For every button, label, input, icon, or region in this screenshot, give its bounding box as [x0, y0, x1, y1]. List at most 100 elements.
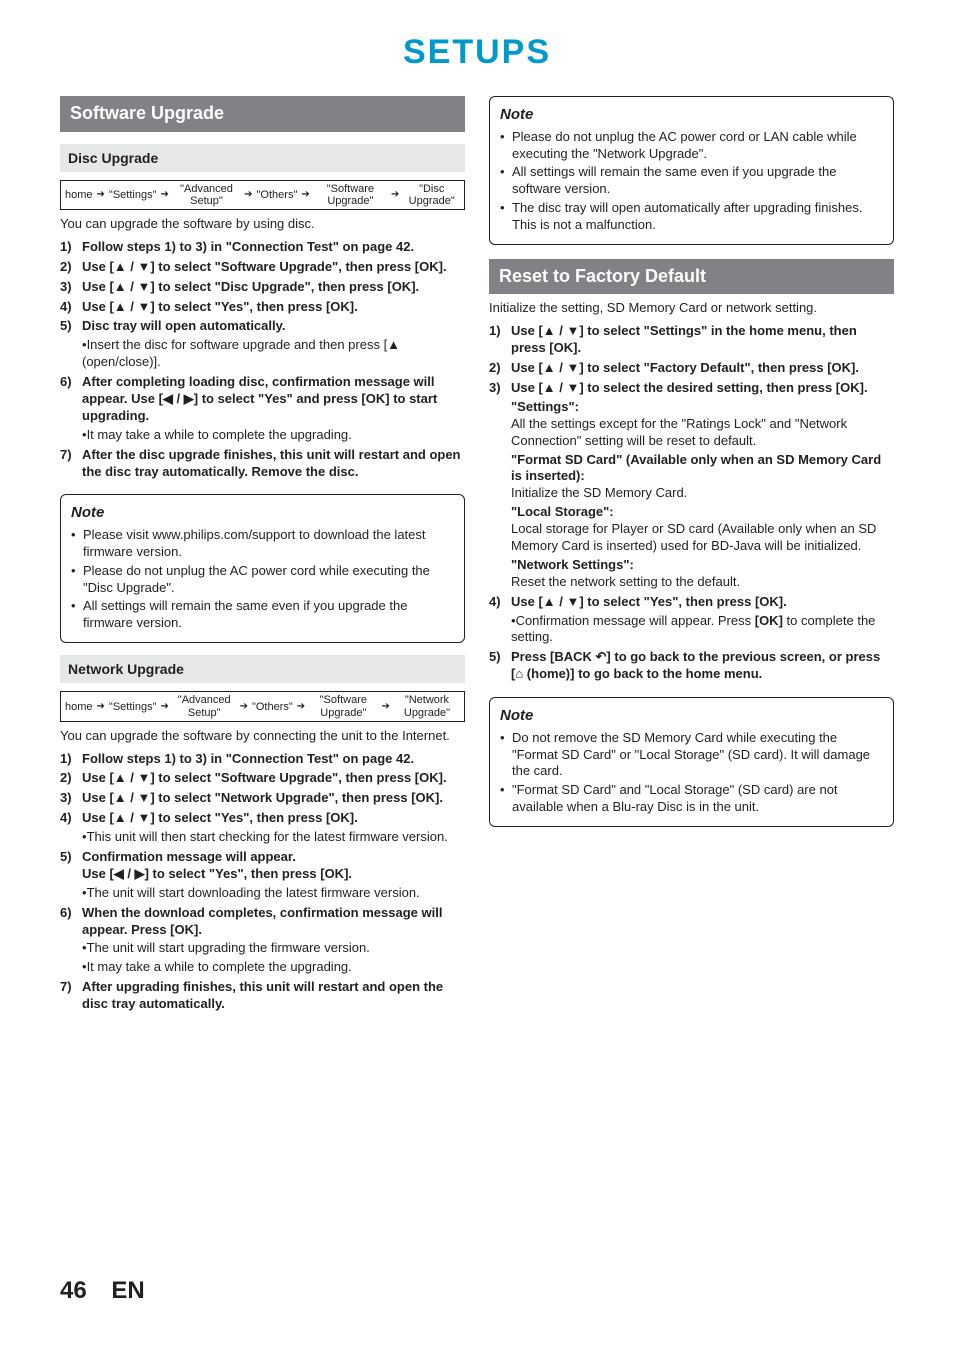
- step-text: Use [▲ / ▼] to select "Software Upgrade"…: [82, 259, 465, 276]
- bc-item: "Settings": [109, 189, 157, 201]
- arrow-icon: ➔: [295, 700, 307, 713]
- bc-item: "Software Upgrade": [309, 694, 377, 718]
- note-item: All settings will remain the same even i…: [512, 164, 883, 198]
- subsection-disc-upgrade: Disc Upgrade: [60, 144, 465, 172]
- subsection-network-upgrade: Network Upgrade: [60, 655, 465, 683]
- step-num: 5): [60, 318, 82, 371]
- bc-item: "Network Upgrade": [394, 694, 460, 718]
- note-item: "Format SD Card" and "Local Storage" (SD…: [512, 782, 883, 816]
- note-box-disc: Note •Please visit www.philips.com/suppo…: [60, 494, 465, 643]
- arrow-icon: ➔: [95, 700, 107, 713]
- left-column: Software Upgrade Disc Upgrade home➔ "Set…: [60, 82, 465, 1013]
- note-item: Please do not unplug the AC power cord o…: [512, 129, 883, 163]
- substep-text: The unit will start downloading the late…: [87, 885, 420, 900]
- arrow-icon: ➔: [158, 700, 170, 713]
- step-num: 5): [60, 849, 82, 902]
- bc-item: "Others": [257, 189, 298, 201]
- step-num: 7): [60, 447, 82, 481]
- step-text: After upgrading finishes, this unit will…: [82, 979, 465, 1013]
- substep-text: It may take a while to complete the upgr…: [87, 959, 352, 974]
- content-area: Software Upgrade Disc Upgrade home➔ "Set…: [0, 82, 954, 1013]
- page-number: 46: [60, 1277, 87, 1304]
- step-num: 1): [60, 239, 82, 256]
- right-column: Note •Please do not unplug the AC power …: [489, 82, 894, 1013]
- reset-steps: 1)Use [▲ / ▼] to select "Settings" in th…: [489, 323, 894, 683]
- note-box-reset: Note •Do not remove the SD Memory Card w…: [489, 697, 894, 827]
- setting-body: Local storage for Player or SD card (Ava…: [511, 521, 876, 553]
- bc-item: "Disc Upgrade": [403, 183, 460, 207]
- substep-text: Confirmation message will appear. Press …: [511, 613, 875, 645]
- step-num: 4): [60, 299, 82, 316]
- substep-text: It may take a while to complete the upgr…: [87, 427, 352, 442]
- step-text: When the download completes, confirmatio…: [82, 905, 465, 977]
- setting-heading: "Local Storage":: [511, 504, 614, 519]
- step-num: 1): [489, 323, 511, 357]
- step-num: 1): [60, 751, 82, 768]
- note-item: The disc tray will open automatically af…: [512, 200, 883, 234]
- bc-item: home: [65, 189, 93, 201]
- bc-item: "Others": [252, 701, 293, 713]
- step-num: 2): [60, 259, 82, 276]
- breadcrumb-disc-upgrade: home➔ "Settings"➔ "Advanced Setup"➔ "Oth…: [60, 180, 465, 210]
- network-upgrade-steps: 1)Follow steps 1) to 3) in "Connection T…: [60, 751, 465, 1013]
- note-item: All settings will remain the same even i…: [83, 598, 454, 632]
- breadcrumb-network-upgrade: home➔ "Settings"➔ "Advanced Setup"➔ "Oth…: [60, 691, 465, 721]
- step-text: Use [▲ / ▼] to select "Software Upgrade"…: [82, 770, 465, 787]
- section-reset-factory: Reset to Factory Default: [489, 259, 894, 294]
- note-box-network: Note •Please do not unplug the AC power …: [489, 96, 894, 245]
- page-title: SETUPS: [0, 0, 954, 82]
- bc-item: "Advanced Setup": [173, 694, 236, 718]
- step-num: 5): [489, 649, 511, 683]
- substep-text: This unit will then start checking for t…: [87, 829, 448, 844]
- arrow-icon: ➔: [238, 700, 250, 713]
- step-text: Use [▲ / ▼] to select "Network Upgrade",…: [82, 790, 465, 807]
- step-text: Follow steps 1) to 3) in "Connection Tes…: [82, 239, 465, 256]
- substep-text: The unit will start upgrading the firmwa…: [87, 940, 370, 955]
- step-text: Follow steps 1) to 3) in "Connection Tes…: [82, 751, 465, 768]
- step-num: 4): [489, 594, 511, 647]
- arrow-icon: ➔: [389, 188, 401, 201]
- step-text: Use [▲ / ▼] to select "Yes", then press …: [82, 810, 465, 846]
- bc-item: "Advanced Setup": [173, 183, 240, 207]
- substep-text: Insert the disc for software upgrade and…: [82, 337, 400, 369]
- step-text: Use [▲ / ▼] to select "Yes", then press …: [82, 299, 465, 316]
- reset-intro: Initialize the setting, SD Memory Card o…: [489, 300, 894, 317]
- step-text: Use [▲ / ▼] to select "Yes", then press …: [511, 594, 894, 647]
- disc-upgrade-steps: 1)Follow steps 1) to 3) in "Connection T…: [60, 239, 465, 481]
- setting-body: Reset the network setting to the default…: [511, 574, 740, 589]
- step-text: Use [▲ / ▼] to select "Disc Upgrade", th…: [82, 279, 465, 296]
- step-num: 2): [489, 360, 511, 377]
- setting-body: All the settings except for the "Ratings…: [511, 416, 847, 448]
- setting-heading: "Network Settings":: [511, 557, 634, 572]
- step-num: 3): [60, 279, 82, 296]
- step-text: After completing loading disc, confirmat…: [82, 374, 465, 444]
- step-text: Use [▲ / ▼] to select "Factory Default",…: [511, 360, 894, 377]
- arrow-icon: ➔: [95, 188, 107, 201]
- step-num: 2): [60, 770, 82, 787]
- note-title: Note: [500, 105, 883, 125]
- note-item: Please do not unplug the AC power cord w…: [83, 563, 454, 597]
- step-num: 3): [489, 380, 511, 591]
- arrow-icon: ➔: [379, 700, 391, 713]
- step-num: 7): [60, 979, 82, 1013]
- note-title: Note: [71, 503, 454, 523]
- note-title: Note: [500, 706, 883, 726]
- page-footer: 46 EN: [60, 1275, 145, 1306]
- note-item: Please visit www.philips.com/support to …: [83, 527, 454, 561]
- step-text: Use [▲ / ▼] to select "Settings" in the …: [511, 323, 894, 357]
- step-num: 6): [60, 374, 82, 444]
- step-text: Press [BACK ↶] to go back to the previou…: [511, 649, 894, 683]
- setting-heading: "Format SD Card" (Available only when an…: [511, 452, 881, 484]
- step-text: After the disc upgrade finishes, this un…: [82, 447, 465, 481]
- bc-item: "Software Upgrade": [314, 183, 387, 207]
- step-text: Use [▲ / ▼] to select the desired settin…: [511, 380, 894, 591]
- arrow-icon: ➔: [158, 188, 170, 201]
- note-item: Do not remove the SD Memory Card while e…: [512, 730, 883, 781]
- disc-upgrade-intro: You can upgrade the software by using di…: [60, 216, 465, 233]
- page-lang: EN: [111, 1277, 144, 1304]
- setting-heading: "Settings":: [511, 399, 579, 414]
- setting-body: Initialize the SD Memory Card.: [511, 485, 687, 500]
- step-num: 4): [60, 810, 82, 846]
- bc-item: home: [65, 701, 93, 713]
- step-num: 3): [60, 790, 82, 807]
